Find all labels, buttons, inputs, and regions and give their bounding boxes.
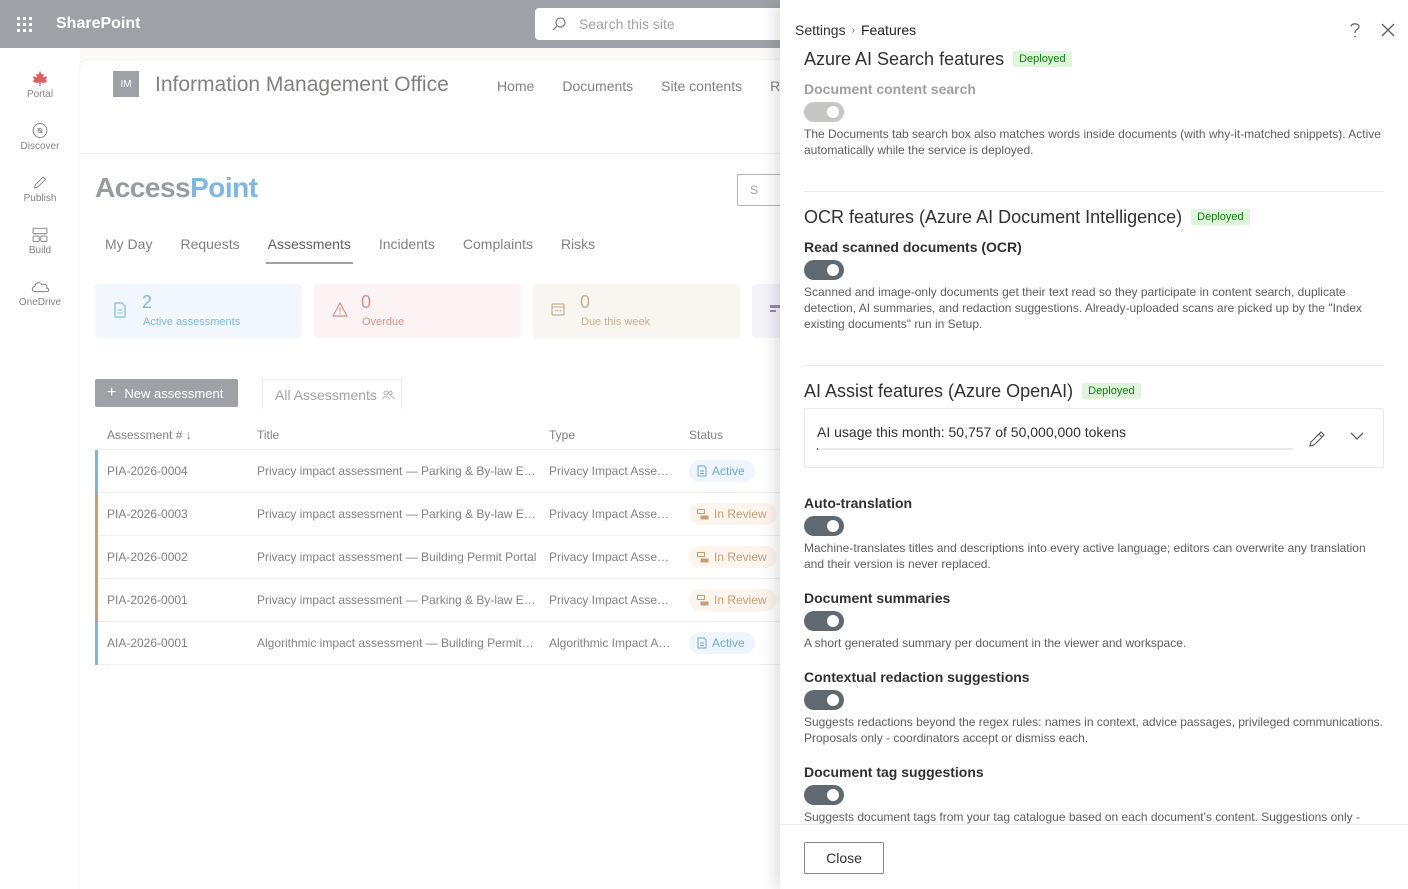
deployed-badge: Deployed [1082,383,1141,399]
section-title-search: Azure AI Search features Deployed [804,44,1384,74]
ai-usage-text: AI usage this month: 50,757 of 50,000,00… [817,424,1126,440]
deployed-badge: Deployed [1191,209,1250,225]
section-divider [804,365,1384,366]
deployed-badge: Deployed [1013,51,1072,67]
feature-desc: Suggests redactions beyond the regex rul… [804,715,1383,745]
ocr-toggle[interactable] [804,260,844,280]
close-icon[interactable] [1380,22,1396,38]
section-title-text: AI Assist features (Azure OpenAI) [804,380,1074,401]
section-title-text: Azure AI Search features [804,48,1005,69]
feature-name: Document content search [804,81,976,97]
section-title-ocr: OCR features (Azure AI Document Intellig… [804,202,1384,232]
feature-desc: The Documents tab search box also matche… [804,127,1381,157]
crumb-features: Features [860,22,917,38]
feature-name: Auto-translation [804,495,913,511]
feature-redaction-suggestions: Contextual redaction suggestions Suggest… [804,669,1384,746]
overlay-scrim[interactable] [0,0,780,889]
chevron-down-icon[interactable] [1350,431,1364,441]
feature-document-summaries: Document summaries A short generated sum… [804,590,1384,651]
chevron-right-icon: › [851,24,855,36]
feature-name: Document summaries [804,590,951,606]
panel-scroll-area[interactable]: Azure AI Search features Deployed Docume… [804,44,1384,824]
help-icon[interactable] [1347,21,1363,39]
panel-footer: Close [780,824,1408,889]
breadcrumb: Settings › Features [795,22,916,38]
settings-panel: Settings › Features Azure AI Search feat… [780,0,1408,889]
feature-auto-translation: Auto-translation Machine-translates titl… [804,495,1384,572]
section-title-text: OCR features (Azure AI Document Intellig… [804,206,1183,227]
section-divider [804,191,1384,192]
feature-name: Contextual redaction suggestions [804,669,1030,685]
feature-name: Read scanned documents (OCR) [804,239,1022,255]
tag-suggestions-toggle[interactable] [804,785,844,805]
close-button[interactable]: Close [804,842,884,874]
feature-name: Document tag suggestions [804,764,984,780]
ai-usage-progress [817,448,1293,450]
document-summaries-toggle[interactable] [804,611,844,631]
ai-usage-box: AI usage this month: 50,757 of 50,000,00… [804,408,1384,468]
auto-translation-toggle[interactable] [804,516,844,536]
edit-icon[interactable] [1307,429,1327,449]
feature-tag-suggestions: Document tag suggestions Suggests docume… [804,764,1384,824]
crumb-settings[interactable]: Settings [795,22,846,38]
feature-desc: Machine-translates titles and descriptio… [804,541,1366,571]
redaction-suggestions-toggle[interactable] [804,690,844,710]
document-content-search-toggle [804,102,844,122]
feature-desc: A short generated summary per document i… [804,636,1187,650]
feature-desc: Suggests document tags from your tag cat… [804,810,1360,824]
feature-desc: Scanned and image-only documents get the… [804,285,1362,331]
section-title-ai: AI Assist features (Azure OpenAI) Deploy… [804,376,1384,406]
